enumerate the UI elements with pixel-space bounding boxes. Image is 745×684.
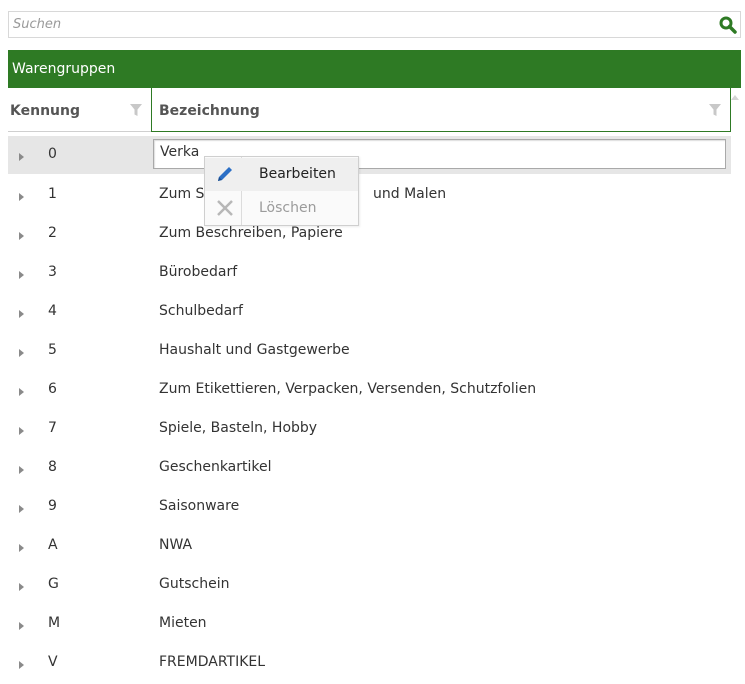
- table-row[interactable]: 5 Haushalt und Gastgewerbe: [8, 332, 731, 370]
- table-row[interactable]: 0 Verka: [8, 136, 731, 174]
- column-header-name[interactable]: Bezeichnung: [151, 88, 731, 132]
- table-row[interactable]: 8 Geschenkartikel: [8, 449, 731, 487]
- table-row[interactable]: V FREMDARTIKEL: [8, 644, 731, 682]
- row-name: NWA: [159, 537, 193, 553]
- expand-arrow-icon[interactable]: [18, 150, 26, 161]
- row-name-start: Zum S: [159, 186, 205, 202]
- column-header-code[interactable]: Kennung: [8, 88, 151, 132]
- delete-menu-label: Löschen: [259, 200, 317, 216]
- search-icon[interactable]: [718, 15, 738, 35]
- filter-icon[interactable]: [708, 103, 722, 117]
- table-row[interactable]: A NWA: [8, 527, 731, 565]
- row-code: 4: [48, 303, 57, 319]
- expand-arrow-icon[interactable]: [18, 424, 26, 435]
- expand-arrow-icon[interactable]: [18, 346, 26, 357]
- pencil-icon: [215, 164, 235, 184]
- table-row[interactable]: 9 Saisonware: [8, 488, 731, 526]
- expand-arrow-icon[interactable]: [18, 541, 26, 552]
- table-row[interactable]: M Mieten: [8, 605, 731, 643]
- row-code: 9: [48, 498, 57, 514]
- row-name: Haushalt und Gastgewerbe: [159, 342, 350, 358]
- scroll-up-arrow-icon[interactable]: [729, 92, 741, 104]
- column-header-name-label: Bezeichnung: [159, 103, 260, 119]
- row-name: Verka: [160, 144, 200, 160]
- row-code: G: [48, 576, 59, 592]
- expand-arrow-icon[interactable]: [18, 619, 26, 630]
- table-row[interactable]: 4 Schulbedarf: [8, 293, 731, 331]
- row-name: Geschenkartikel: [159, 459, 272, 475]
- panel-title-bar: Warengruppen: [8, 50, 741, 88]
- row-code: 0: [48, 146, 57, 162]
- expand-arrow-icon[interactable]: [18, 385, 26, 396]
- row-code: 5: [48, 342, 57, 358]
- table-row[interactable]: 2 Zum Beschreiben, Papiere: [8, 215, 731, 253]
- expand-arrow-icon[interactable]: [18, 463, 26, 474]
- row-name: FREMDARTIKEL: [159, 654, 266, 670]
- row-code: 8: [48, 459, 57, 475]
- expand-arrow-icon[interactable]: [18, 502, 26, 513]
- expand-arrow-icon[interactable]: [18, 190, 26, 201]
- table-row[interactable]: 6 Zum Etikettieren, Verpacken, Versenden…: [8, 371, 731, 409]
- search-box: [8, 11, 741, 38]
- row-code: 6: [48, 381, 57, 397]
- table-row[interactable]: 7 Spiele, Basteln, Hobby: [8, 410, 731, 448]
- expand-arrow-icon[interactable]: [18, 268, 26, 279]
- table-row[interactable]: 3 Bürobedarf: [8, 254, 731, 292]
- row-name: Schulbedarf: [159, 303, 243, 319]
- row-name: Zum Etikettieren, Verpacken, Versenden, …: [159, 381, 537, 397]
- row-name-end: und Malen: [373, 186, 447, 202]
- row-name: Mieten: [159, 615, 207, 631]
- table-row[interactable]: 1 Zum S und Malen: [8, 176, 731, 214]
- row-code: A: [48, 537, 58, 553]
- filter-icon[interactable]: [129, 103, 143, 117]
- row-code: V: [48, 654, 58, 670]
- x-icon: [215, 198, 235, 218]
- row-code: 1: [48, 186, 57, 202]
- table-row[interactable]: G Gutschein: [8, 566, 731, 604]
- context-menu: Bearbeiten Löschen: [204, 156, 359, 226]
- edit-menu-label: Bearbeiten: [259, 166, 336, 182]
- panel-title: Warengruppen: [12, 61, 116, 77]
- delete-menu-item[interactable]: Löschen: [205, 192, 358, 225]
- row-code: 7: [48, 420, 57, 436]
- row-code: 3: [48, 264, 57, 280]
- row-name: Saisonware: [159, 498, 240, 514]
- row-code: 2: [48, 225, 57, 241]
- row-name: Spiele, Basteln, Hobby: [159, 420, 318, 436]
- expand-arrow-icon[interactable]: [18, 229, 26, 240]
- row-name: Zum Beschreiben, Papiere: [159, 225, 343, 241]
- expand-arrow-icon[interactable]: [18, 658, 26, 669]
- row-name: Gutschein: [159, 576, 230, 592]
- expand-arrow-icon[interactable]: [18, 307, 26, 318]
- row-code: M: [48, 615, 61, 631]
- expand-arrow-icon[interactable]: [18, 580, 26, 591]
- edit-menu-item[interactable]: Bearbeiten: [205, 158, 358, 191]
- column-header-code-label: Kennung: [10, 103, 80, 119]
- row-name: Bürobedarf: [159, 264, 238, 280]
- search-input[interactable]: [9, 12, 689, 37]
